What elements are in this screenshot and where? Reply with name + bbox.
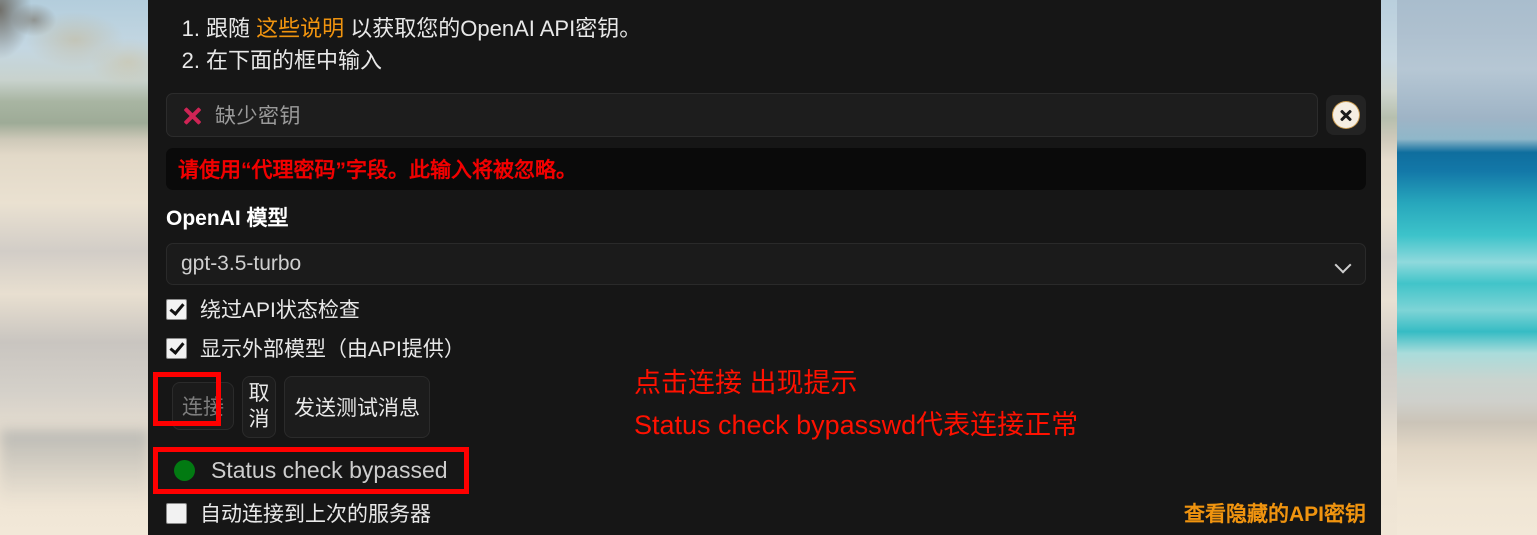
instruction-text-prefix: 跟随 (206, 16, 257, 41)
instruction-item-2: 2. 在下面的框中输入 (182, 45, 1381, 77)
panel-content: 1. 跟随 这些说明 以获取您的OpenAI API密钥。 2. 在下面的框中输入 … (148, 0, 1381, 528)
checkbox-show-external-models[interactable] (166, 337, 187, 359)
auto-connect-label: 自动连接到上次的服务器 (200, 503, 431, 526)
circle-x-icon (1333, 102, 1359, 128)
option-label: 绕过API状态检查 (200, 299, 360, 322)
connect-button[interactable]: 连接 (172, 382, 234, 430)
send-test-message-button[interactable]: 发送测试消息 (284, 376, 430, 438)
instructions-list: 1. 跟随 这些说明 以获取您的OpenAI API密钥。 2. 在下面的框中输入 (148, 0, 1381, 77)
option-label: 显示外部模型（由API提供） (200, 338, 465, 361)
api-key-placeholder: 缺少密钥 (215, 105, 301, 128)
view-hidden-api-key-link[interactable]: 查看隐藏的API密钥 (1184, 498, 1366, 528)
wallpaper-left-beach (0, 0, 150, 535)
footer-row: 自动连接到上次的服务器 查看隐藏的API密钥 (166, 498, 1366, 528)
checkbox-auto-connect[interactable] (166, 502, 187, 524)
instruction-item-1: 1. 跟随 这些说明 以获取您的OpenAI API密钥。 (182, 13, 1381, 45)
instruction-text-prefix: 在下面的框中输入 (206, 48, 383, 73)
instructions-link[interactable]: 这些说明 (256, 16, 344, 41)
checkbox-bypass-status-check[interactable] (166, 298, 187, 320)
clear-api-key-button[interactable] (1326, 95, 1366, 135)
api-key-input[interactable]: 缺少密钥 (166, 93, 1318, 137)
settings-panel: 1. 跟随 这些说明 以获取您的OpenAI API密钥。 2. 在下面的框中输入 … (148, 0, 1381, 535)
x-mark-icon (181, 104, 203, 126)
wallpaper-right-ocean (1397, 0, 1537, 535)
model-select-value: gpt-3.5-turbo (181, 252, 302, 275)
instruction-number: 1. (181, 16, 200, 41)
status-text: Status check bypassed (211, 456, 448, 483)
option-row-bypass-status-check[interactable]: 绕过API状态检查 (166, 294, 1381, 324)
action-button-row: 连接 取消 发送测试消息 (166, 376, 1381, 438)
status-indicator-dot (174, 459, 195, 481)
instruction-text-suffix: 以获取您的OpenAI API密钥。 (344, 16, 642, 41)
chevron-down-icon (1335, 259, 1351, 269)
model-section-label: OpenAI 模型 (166, 207, 289, 230)
option-row-show-external-models[interactable]: 显示外部模型（由API提供） (166, 333, 1381, 363)
model-select[interactable]: gpt-3.5-turbo (166, 243, 1366, 285)
instruction-number: 2. (181, 48, 200, 73)
connection-status: Status check bypassed (174, 452, 1381, 488)
cancel-button[interactable]: 取消 (242, 376, 276, 438)
screenshot-root: 1. 跟随 这些说明 以获取您的OpenAI API密钥。 2. 在下面的框中输入 … (0, 0, 1537, 535)
warning-text: 请使用“代理密码”字段。此输入将被忽略。 (178, 159, 577, 182)
warning-banner: 请使用“代理密码”字段。此输入将被忽略。 (166, 148, 1366, 190)
api-key-row: 缺少密钥 (148, 77, 1381, 137)
